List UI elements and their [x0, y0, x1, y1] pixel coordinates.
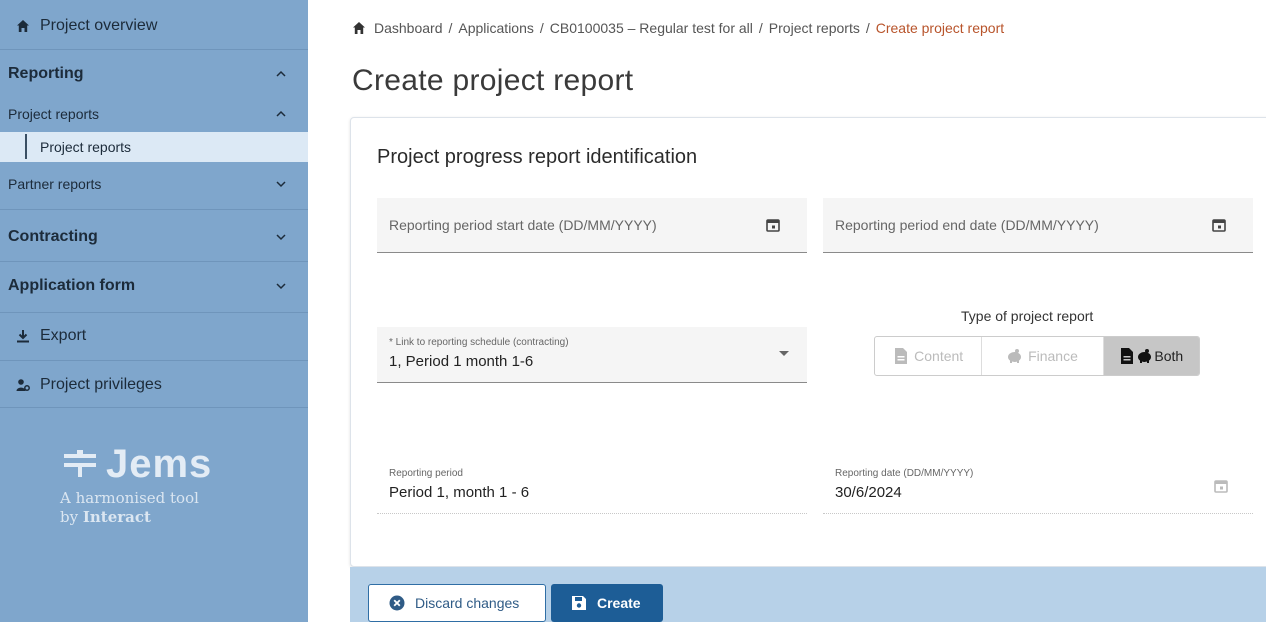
sidebar-item-export[interactable]: Export: [0, 324, 308, 348]
report-type-content[interactable]: Content: [875, 337, 983, 375]
jems-mark-icon: [64, 449, 96, 477]
reporting-date-label: Reporting date (DD/MM/YYYY): [835, 468, 974, 479]
logo-name: Jems: [106, 442, 213, 486]
discard-changes-button[interactable]: Discard changes: [368, 584, 546, 622]
breadcrumb-project-reports[interactable]: Project reports: [769, 20, 860, 36]
sidebar-item-label: Project reports: [8, 106, 100, 122]
divider: [0, 49, 308, 50]
end-date-placeholder: Reporting period end date (DD/MM/YYYY): [835, 217, 1099, 233]
download-icon: [16, 329, 30, 343]
report-type-finance[interactable]: Finance: [982, 337, 1104, 375]
report-type-label: Type of project report: [961, 308, 1094, 324]
breadcrumb-application[interactable]: CB0100035 – Regular test for all: [550, 20, 753, 36]
create-button-label: Create: [597, 595, 641, 611]
reporting-period-label: Reporting period: [389, 468, 463, 479]
section-title: Project progress report identification: [377, 146, 698, 168]
report-form-card: Project progress report identification R…: [350, 117, 1266, 567]
chevron-up-icon: [276, 69, 286, 79]
breadcrumb-current: Create project report: [875, 20, 1005, 36]
document-icon: [893, 348, 908, 364]
piggy-bank-icon: [1007, 348, 1022, 364]
sidebar: Project overview Reporting Project repor…: [0, 0, 308, 622]
calendar-icon[interactable]: [765, 217, 781, 233]
sidebar-item-label: Project privileges: [40, 376, 162, 393]
dropdown-arrow-icon: [779, 351, 789, 356]
sidebar-item-label: Contracting: [8, 228, 98, 245]
sidebar-section-reporting[interactable]: Reporting: [0, 62, 308, 86]
divider: [0, 407, 308, 408]
reporting-date-field: Reporting date (DD/MM/YYYY) 30/6/2024: [823, 458, 1253, 514]
breadcrumb-separator: /: [448, 20, 453, 36]
schedule-label: * Link to reporting schedule (contractin…: [389, 337, 569, 348]
sidebar-item-label: Partner reports: [8, 176, 102, 192]
report-type-finance-label: Finance: [1028, 348, 1078, 364]
sidebar-group-project-reports[interactable]: Project reports: [0, 103, 308, 125]
sidebar-item-label: Project overview: [40, 17, 158, 34]
divider: [0, 261, 308, 262]
page-title: Create project report: [352, 64, 634, 97]
divider: [0, 360, 308, 361]
home-icon[interactable]: [352, 21, 366, 35]
reporting-period-value: Period 1, month 1 - 6: [389, 484, 530, 501]
start-date-field[interactable]: Reporting period start date (DD/MM/YYYY): [377, 198, 807, 253]
divider: [0, 209, 308, 210]
main-content: Dashboard / Applications / CB0100035 – R…: [308, 0, 1266, 622]
divider: [0, 312, 308, 313]
breadcrumb-separator: /: [539, 20, 544, 36]
chevron-up-icon: [276, 109, 286, 119]
jems-logo: Jems A harmonised tool by Interact: [60, 442, 212, 527]
breadcrumb-separator: /: [865, 20, 870, 36]
sidebar-item-project-reports[interactable]: Project reports: [0, 136, 308, 158]
sidebar-item-label: Application form: [8, 277, 136, 294]
logo-brand: Interact: [82, 508, 151, 526]
calendar-icon: [1213, 478, 1229, 494]
calendar-icon[interactable]: [1211, 217, 1227, 233]
logo-tagline-prefix: by: [60, 508, 83, 526]
cancel-circle-icon: [389, 595, 405, 611]
report-type-both-label: Both: [1154, 348, 1184, 364]
piggy-bank-icon: [1137, 348, 1152, 364]
end-date-field[interactable]: Reporting period end date (DD/MM/YYYY): [823, 198, 1253, 253]
document-icon: [1119, 348, 1134, 364]
sidebar-section-contracting[interactable]: Contracting: [0, 225, 308, 249]
breadcrumb-dashboard[interactable]: Dashboard: [374, 20, 443, 36]
report-type-content-label: Content: [914, 348, 964, 364]
chevron-down-icon: [276, 281, 286, 291]
sidebar-section-application-form[interactable]: Application form: [0, 274, 308, 298]
chevron-down-icon: [276, 232, 286, 242]
discard-button-label: Discard changes: [415, 595, 520, 611]
sidebar-item-label: Export: [40, 327, 87, 344]
chevron-down-icon: [276, 179, 286, 189]
sidebar-item-label: Reporting: [8, 65, 84, 82]
schedule-value: 1, Period 1 month 1-6: [389, 353, 534, 370]
reporting-date-value: 30/6/2024: [835, 484, 902, 501]
reporting-period-field: Reporting period Period 1, month 1 - 6: [377, 458, 807, 514]
report-type-toggle-group: Content Finance Both: [874, 336, 1200, 376]
breadcrumb: Dashboard / Applications / CB0100035 – R…: [352, 20, 1004, 36]
breadcrumb-applications[interactable]: Applications: [458, 20, 534, 36]
breadcrumb-separator: /: [758, 20, 763, 36]
save-icon: [571, 595, 587, 611]
sidebar-item-label: Project reports: [40, 139, 132, 155]
report-type-both[interactable]: Both: [1103, 337, 1199, 375]
sidebar-item-project-overview[interactable]: Project overview: [0, 14, 308, 38]
sidebar-item-project-privileges[interactable]: Project privileges: [0, 373, 308, 397]
reporting-schedule-select[interactable]: * Link to reporting schedule (contractin…: [377, 327, 807, 383]
sidebar-group-partner-reports[interactable]: Partner reports: [0, 173, 308, 195]
logo-tagline-line1: A harmonised tool: [60, 489, 199, 507]
start-date-placeholder: Reporting period start date (DD/MM/YYYY): [389, 217, 657, 233]
create-button[interactable]: Create: [551, 584, 663, 622]
home-icon: [16, 19, 30, 33]
logo-tagline: A harmonised tool by Interact: [60, 489, 212, 527]
user-gear-icon: [16, 378, 30, 392]
